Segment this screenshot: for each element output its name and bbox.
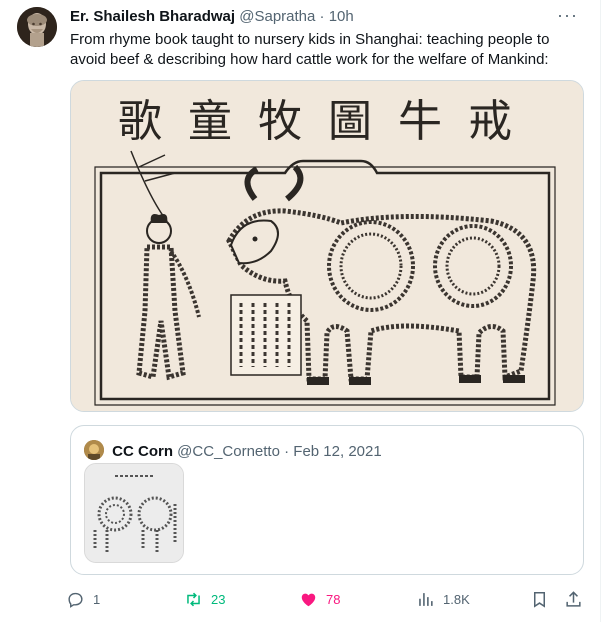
quote-separator: · <box>284 443 290 460</box>
reply-icon <box>68 592 83 608</box>
views-button[interactable]: 1.8K <box>416 588 470 610</box>
share-icon <box>566 590 581 607</box>
action-bar: 1 23 78 1.8K <box>66 588 586 610</box>
quote-date[interactable]: Feb 12, 2021 <box>293 443 381 460</box>
views-count: 1.8K <box>443 591 470 607</box>
image-title: 歌童牧圖牛戒 <box>118 96 538 147</box>
more-icon[interactable]: ··· <box>557 6 578 24</box>
views-icon <box>419 592 433 606</box>
author-handle[interactable]: @Sapratha <box>239 8 315 25</box>
author-name[interactable]: Er. Shailesh Bharadwaj <box>70 8 235 25</box>
tweet[interactable]: Er. Shailesh Bharadwaj @Sapratha · 10h ·… <box>0 0 601 622</box>
header-separator: · <box>319 8 325 25</box>
reply-button[interactable]: 1 <box>66 588 100 610</box>
quote-header: CC Corn @CC_Cornetto · Feb 12, 2021 <box>84 440 382 461</box>
tweet-image[interactable]: 歌童牧圖牛戒 <box>70 80 584 412</box>
retweet-button[interactable]: 23 <box>184 588 225 610</box>
quote-author-handle[interactable]: @CC_Cornetto <box>177 443 280 460</box>
bookmark-button[interactable] <box>530 588 557 610</box>
like-count: 78 <box>326 591 341 607</box>
retweet-icon <box>187 592 200 606</box>
quote-avatar <box>84 440 104 460</box>
tweet-text: From rhyme book taught to nursery kids i… <box>70 31 550 68</box>
reply-count: 1 <box>93 591 101 607</box>
bookmark-icon <box>533 591 546 608</box>
quote-author-name[interactable]: CC Corn <box>112 443 173 460</box>
like-icon <box>301 593 316 606</box>
share-button[interactable] <box>564 588 591 610</box>
author-avatar[interactable] <box>17 7 57 47</box>
quoted-tweet[interactable]: CC Corn @CC_Cornetto · Feb 12, 2021 <box>70 425 584 575</box>
tweet-time[interactable]: 10h <box>329 8 354 25</box>
like-button[interactable]: 78 <box>299 588 340 610</box>
quote-thumbnail[interactable] <box>84 463 184 563</box>
retweet-count: 23 <box>211 591 226 607</box>
tweet-header: Er. Shailesh Bharadwaj @Sapratha · 10h <box>70 8 580 26</box>
